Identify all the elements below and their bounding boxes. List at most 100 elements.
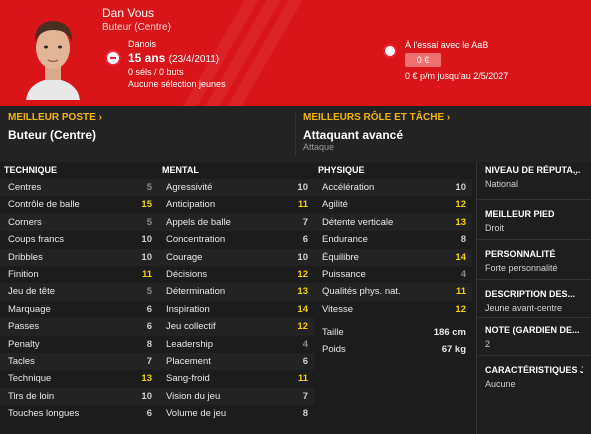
attribute-value: 12 [455,199,466,211]
attribute-value: 6 [302,355,308,367]
best-role-title[interactable]: MEILLEURS RÔLE ET TÂCHE › [303,112,450,123]
physique-title: PHYSIQUE [318,165,365,175]
attribute-row[interactable]: Vitesse 12 [314,301,472,318]
description-value: Jeune avant-centre [485,303,563,313]
attribute-row[interactable]: Touches longues 6 [0,405,158,422]
attribute-value: 15 [141,199,152,211]
attribute-label: Jeu collectif [166,321,216,333]
attribute-row[interactable]: Tacles 7 [0,352,158,371]
attribute-row[interactable]: Détermination 13 [158,283,314,301]
attribute-value: 12 [297,268,308,280]
attribute-label: Vision du jeu [166,390,221,402]
height-label: Taille [322,327,344,339]
attribute-row[interactable]: Détente verticale 13 [314,213,472,232]
attribute-row[interactable]: Vision du jeu 7 [158,387,314,406]
attribute-value: 13 [297,286,308,298]
preferred-foot-section: MEILLEUR PIED Droit [477,200,591,240]
attribute-row[interactable]: Marquage 6 [0,301,158,318]
player-info-panel: NIVEAU DE RÉPUTA... ⌄ National MEILLEUR … [476,162,591,434]
attribute-label: Tacles [8,355,35,367]
attribute-row[interactable]: Passes 6 [0,318,158,336]
attribute-label: Agilité [322,199,348,211]
attribute-row[interactable]: Inspiration 14 [158,301,314,318]
attribute-value: 7 [302,216,308,228]
attribute-value: 6 [146,303,152,315]
attribute-value: 14 [455,251,466,263]
attribute-label: Décisions [166,268,208,280]
attribute-row[interactable]: Penalty 8 [0,336,158,353]
youth-caps: Aucune sélection jeunes [128,79,226,89]
attribute-label: Coups francs [8,234,64,246]
contract-club-icon[interactable] [383,44,397,58]
attribute-label: Sang-froid [166,373,210,385]
personality-section: PERSONNALITÉ Forte personnalité [477,240,591,280]
contract-status[interactable]: À l'essai avec le AaB [405,40,488,50]
attribute-row[interactable]: Sang-froid 11 [158,370,314,387]
attribute-row[interactable]: Courage 10 [158,248,314,266]
attribute-label: Contrôle de balle [8,199,80,211]
attribute-row[interactable]: Placement 6 [158,352,314,371]
best-position-title[interactable]: MEILLEUR POSTE › [8,112,102,123]
age-value: 15 ans [128,51,166,65]
best-role-value: Attaquant avancé [303,128,404,142]
attribute-value: 5 [146,286,152,298]
attribute-row[interactable]: Qualités phys. nat. 11 [314,283,472,301]
attribute-row[interactable]: Centres 5 [0,179,158,197]
attribute-row[interactable]: Dribbles 10 [0,248,158,266]
attribute-value: 6 [146,408,152,420]
attribute-label: Finition [8,268,39,280]
attribute-row[interactable]: Puissance 4 [314,266,472,283]
attribute-row[interactable]: Appels de balle 7 [158,213,314,232]
reputation-section[interactable]: NIVEAU DE RÉPUTA... ⌄ National [477,162,591,200]
attribute-row[interactable]: Agilité 12 [314,196,472,213]
attribute-row[interactable]: Jeu de tête 5 [0,283,158,301]
attribute-label: Équilibre [322,251,359,263]
attribute-row[interactable]: Tirs de loin 10 [0,387,158,406]
technique-title: TECHNIQUE [4,165,58,175]
attribute-row[interactable]: Corners 5 [0,213,158,232]
attribute-value: 10 [297,251,308,263]
attribute-label: Agressivité [166,182,213,193]
club-badge-icon[interactable] [105,50,121,66]
attribute-row[interactable]: Technique 13 [0,370,158,387]
best-position-band: MEILLEUR POSTE › Buteur (Centre) MEILLEU… [0,106,591,162]
attribute-label: Placement [166,355,211,367]
characteristics-value: Aucune [485,379,516,389]
attribute-value: 10 [141,251,152,263]
attribute-row[interactable]: Finition 11 [0,266,158,283]
attribute-label: Anticipation [166,199,216,211]
attribute-row[interactable]: Accélération 10 [314,179,472,197]
attribute-value: 5 [146,216,152,228]
chevron-down-icon[interactable]: ⌄ [572,168,579,177]
attribute-label: Accélération [322,182,375,193]
attribute-row[interactable]: Leadership 4 [158,336,314,353]
characteristics-title: CARACTÉRISTIQUES J [485,365,583,375]
attribute-value: 11 [455,286,466,298]
player-name[interactable]: Dan Vous [102,6,154,20]
attribute-row[interactable]: Coups francs 10 [0,231,158,248]
player-avatar [16,8,90,100]
weight-label: Poids [322,344,346,356]
attribute-row[interactable]: Contrôle de balle 15 [0,196,158,213]
attribute-row[interactable]: Endurance 8 [314,231,472,248]
attribute-value: 13 [141,373,152,385]
attribute-row[interactable]: Agressivité 10 [158,179,314,197]
attribute-row[interactable]: Concentration 6 [158,231,314,248]
attribute-value: 14 [297,303,308,315]
international-caps: 0 séls / 0 buts [128,67,184,77]
attribute-label: Qualités phys. nat. [322,286,401,298]
attribute-row[interactable]: Décisions 12 [158,266,314,283]
attribute-row[interactable]: Volume de jeu 8 [158,405,314,422]
attribute-row[interactable]: Équilibre 14 [314,248,472,266]
player-nationality[interactable]: Danois [128,39,156,49]
attribute-label: Leadership [166,338,214,350]
birthdate: (23/4/2011) [168,54,220,65]
preferred-foot-title: MEILLEUR PIED [485,209,555,219]
attribute-value: 11 [297,199,308,211]
attribute-row[interactable]: Jeu collectif 12 [158,318,314,336]
attribute-label: Marquage [8,303,51,315]
attribute-value: 10 [297,182,308,193]
height-row: Taille 186 cm [314,324,472,341]
description-title: DESCRIPTION DES... [485,289,576,299]
attribute-row[interactable]: Anticipation 11 [158,196,314,213]
